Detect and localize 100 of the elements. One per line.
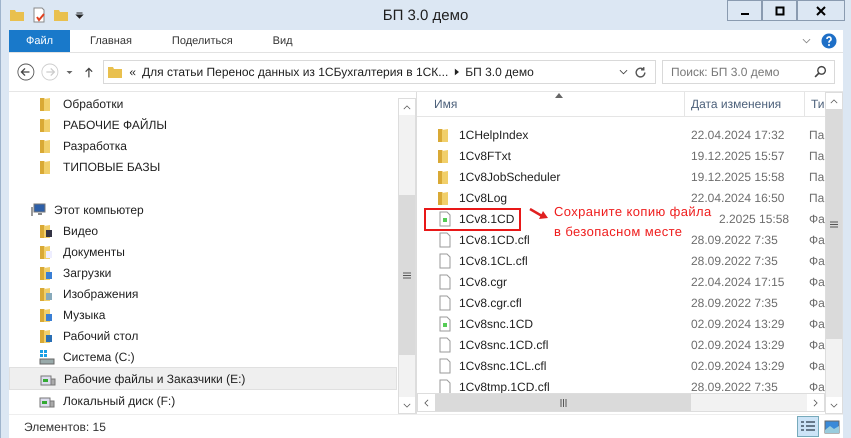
nav-item[interactable]: Разработка <box>9 135 398 156</box>
maximize-button[interactable] <box>762 0 797 21</box>
sort-icon <box>555 93 563 98</box>
database-file-icon <box>437 210 453 226</box>
file-name[interactable]: 1Cv8.1CL.cfl <box>459 254 528 268</box>
file-type: Па <box>809 148 824 162</box>
nav-item[interactable]: Локальный диск (F:) <box>9 390 398 411</box>
file-name[interactable]: 1Cv8Log <box>459 190 508 204</box>
minimize-button[interactable] <box>727 0 762 21</box>
file-icon <box>437 294 453 310</box>
file-name[interactable]: 1Cv8snc.1CD.cfl <box>459 338 548 352</box>
details-view-button[interactable] <box>797 416 819 437</box>
column-header[interactable]: Ти <box>805 92 825 116</box>
folder-icon <box>39 306 55 322</box>
file-icon <box>437 232 453 248</box>
file-name[interactable]: 1Cv8.1CD <box>459 212 514 226</box>
refresh-icon[interactable] <box>634 66 647 78</box>
scrollbar-thumb[interactable] <box>435 394 691 411</box>
back-icon[interactable] <box>17 62 35 82</box>
file-type: Фа <box>809 316 825 330</box>
ribbon-tab[interactable]: Поделиться <box>152 30 253 52</box>
modified-date: 22.04.2024 16:50 <box>691 190 784 204</box>
horizontal-scrollbar[interactable] <box>417 393 825 412</box>
file-icon <box>437 252 453 268</box>
file-icon <box>437 336 453 352</box>
dropdown-icon[interactable] <box>75 11 84 19</box>
address-bar[interactable]: « Для статьи Перенос данных из 1СБухгалтерия в 1СК... БП 3.0 демо <box>103 60 656 84</box>
nav-item[interactable]: Видео <box>9 220 398 241</box>
file-type: Фа <box>809 254 825 268</box>
properties-icon[interactable] <box>31 7 47 23</box>
caret-left-icon <box>424 398 429 406</box>
ribbon-tab[interactable]: Главная <box>70 30 152 52</box>
modified-date: 2.2025 15:58 <box>719 212 790 226</box>
file-type: Фа <box>809 338 825 352</box>
file-type: Па <box>809 190 824 204</box>
folder-icon <box>39 222 55 238</box>
nav-item[interactable]: Загрузки <box>9 262 398 283</box>
annotation-text: Сохраните копию файла <box>554 203 712 221</box>
file-type: Фа <box>809 212 825 226</box>
file-type: Па <box>809 170 824 184</box>
file-icon <box>437 274 453 290</box>
search-icon <box>814 65 827 78</box>
file-type: Фа <box>809 380 825 393</box>
caret-down-icon <box>830 402 838 408</box>
close-button[interactable] <box>797 0 845 21</box>
help-icon[interactable] <box>821 33 837 49</box>
column-header[interactable]: Дата изменения <box>685 92 805 116</box>
expand-ribbon-icon[interactable] <box>802 37 811 45</box>
nav-item[interactable]: ТИПОВЫЕ БАЗЫ <box>9 156 398 177</box>
breadcrumb[interactable]: Для статьи Перенос данных из 1СБухгалтерия в 1СК... <box>142 65 448 79</box>
scrollbar-thumb[interactable] <box>399 195 415 355</box>
dropdown-icon[interactable] <box>619 68 628 76</box>
up-icon[interactable] <box>84 66 94 78</box>
breadcrumb[interactable]: БП 3.0 демо <box>465 65 534 79</box>
file-name[interactable]: 1Cv8tmp.1CD.cfl <box>459 380 550 393</box>
nav-item[interactable]: Обработки <box>9 93 398 114</box>
close-icon <box>816 6 826 16</box>
folder-icon <box>39 328 55 344</box>
caret-up-icon <box>403 104 411 110</box>
modified-date: 02.09.2024 13:29 <box>691 338 784 352</box>
ribbon-tab[interactable]: Вид <box>252 30 313 52</box>
vertical-scrollbar[interactable] <box>398 98 416 414</box>
ribbon-tab[interactable]: Файл <box>9 30 70 52</box>
nav-item[interactable]: Рабочий стол <box>9 325 398 346</box>
file-name[interactable]: 1Cv8FTxt <box>459 148 512 162</box>
modified-date: 22.04.2024 17:15 <box>691 274 784 288</box>
modified-date: 02.09.2024 13:29 <box>691 316 784 330</box>
caret-up-icon <box>830 98 838 104</box>
file-name[interactable]: 1CHelpIndex <box>459 128 528 142</box>
caret-down-icon <box>403 402 411 408</box>
window-title: БП 3.0 демо <box>382 6 468 24</box>
file-name[interactable]: 1Cv8.cgr <box>459 274 508 288</box>
file-name[interactable]: 1Cv8snc.1CD <box>459 316 534 330</box>
file-type: Па <box>809 128 824 142</box>
search-field[interactable]: Поиск: БП 3.0 демо <box>662 60 835 84</box>
file-name[interactable]: 1Cv8.cgr.cfl <box>459 296 522 310</box>
file-name[interactable]: 1Cv8JobScheduler <box>459 170 560 184</box>
modified-date: 28.09.2022 7:35 <box>691 296 778 310</box>
folder-icon <box>107 64 124 80</box>
modified-date: 28.09.2022 7:35 <box>691 254 778 268</box>
nav-item[interactable]: Этот компьютер <box>9 199 398 220</box>
nav-item[interactable]: Музыка <box>9 304 398 325</box>
file-name[interactable]: 1Cv8.1CD.cfl <box>459 232 530 246</box>
modified-date: 28.09.2022 7:35 <box>691 232 778 246</box>
nav-item[interactable]: Изображения <box>9 283 398 304</box>
modified-date: 19.12.2025 15:58 <box>691 170 784 184</box>
vertical-scrollbar[interactable] <box>825 92 843 414</box>
path-overflow[interactable]: « <box>129 65 136 79</box>
chevron-icon[interactable] <box>454 68 460 76</box>
folder-icon <box>39 264 55 280</box>
nav-item[interactable]: Рабочие файлы и Заказчики (E:) <box>9 367 397 390</box>
file-name[interactable]: 1Cv8snc.1CL.cfl <box>459 358 546 372</box>
nav-item[interactable]: Система (C:) <box>9 346 398 367</box>
scrollbar-thumb[interactable] <box>826 109 842 339</box>
minimize-icon <box>740 13 748 15</box>
arrow-icon <box>529 208 549 220</box>
nav-item[interactable]: РАБОЧИЕ ФАЙЛЫ <box>9 114 398 135</box>
recent-icon[interactable] <box>64 68 74 76</box>
item-count: Элементов: 15 <box>24 420 106 434</box>
nav-item[interactable]: Документы <box>9 241 398 262</box>
